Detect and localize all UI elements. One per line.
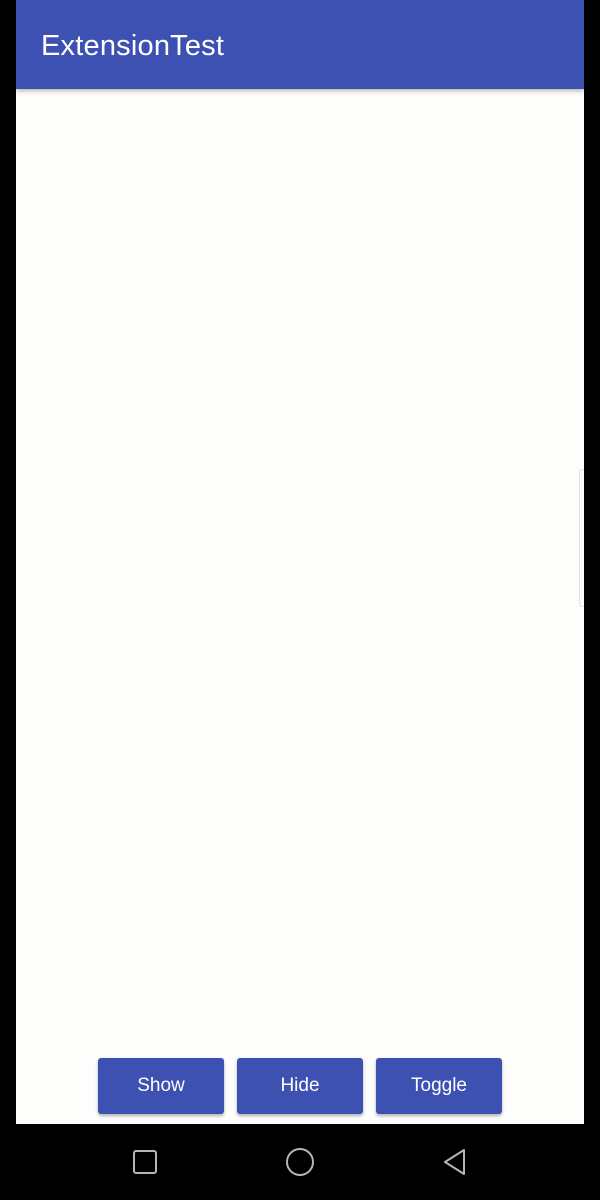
app-window: ExtensionTest Show Hide Toggle bbox=[16, 0, 584, 1124]
edge-handle[interactable] bbox=[579, 469, 584, 607]
triangle-back-icon bbox=[444, 1149, 465, 1175]
show-button[interactable]: Show bbox=[98, 1058, 224, 1114]
app-title: ExtensionTest bbox=[41, 30, 225, 62]
content-area bbox=[16, 89, 584, 1124]
hide-button[interactable]: Hide bbox=[237, 1058, 363, 1114]
recent-apps-button[interactable] bbox=[125, 1142, 165, 1182]
circle-icon bbox=[286, 1148, 314, 1176]
square-icon bbox=[133, 1150, 157, 1174]
app-bar: ExtensionTest bbox=[16, 0, 584, 89]
toggle-button[interactable]: Toggle bbox=[376, 1058, 502, 1114]
device-screen: ExtensionTest Show Hide Toggle bbox=[0, 0, 600, 1200]
back-button[interactable] bbox=[435, 1142, 475, 1182]
home-button[interactable] bbox=[280, 1142, 320, 1182]
system-nav-bar bbox=[0, 1124, 600, 1200]
